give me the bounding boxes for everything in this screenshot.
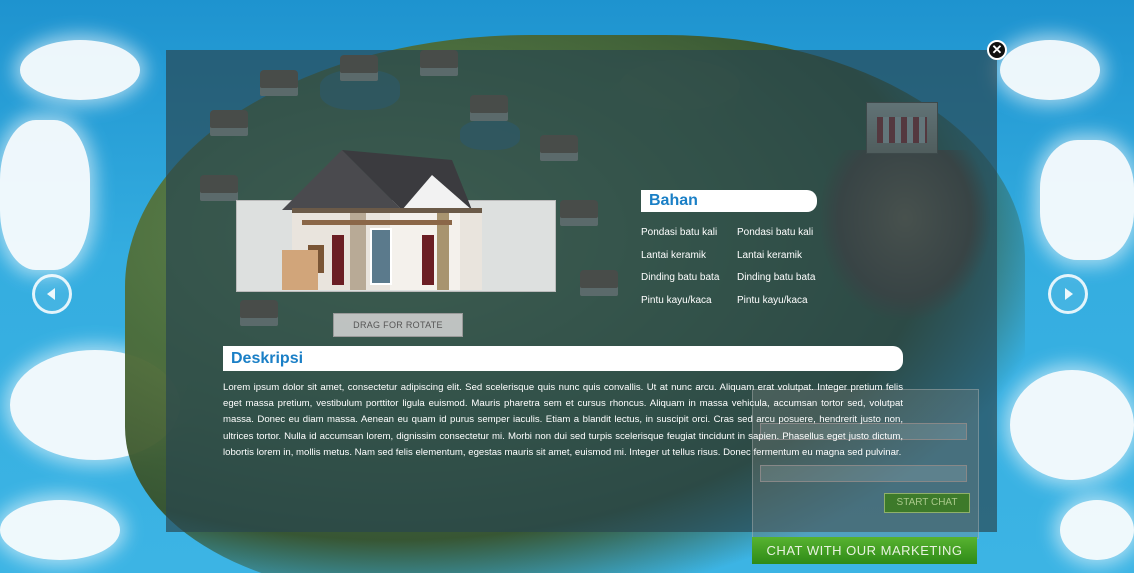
bahan-list-left: Pondasi batu kali Lantai keramik Dinding… [641, 222, 719, 312]
cloud [1060, 500, 1134, 560]
bahan-item: Dinding batu bata [737, 272, 816, 283]
close-icon[interactable]: ✕ [987, 40, 1007, 60]
bahan-item: Dinding batu bata [641, 272, 720, 283]
house-3d-model[interactable] [272, 150, 492, 290]
bahan-item: Lantai keramik [737, 249, 803, 261]
next-button[interactable] [1048, 274, 1088, 314]
cloud [1010, 370, 1134, 480]
deskripsi-heading: Deskripsi [223, 346, 903, 371]
chevron-right-icon [1065, 288, 1073, 300]
bahan-heading: Bahan [641, 190, 817, 212]
drag-rotate-button[interactable]: DRAG FOR ROTATE [333, 313, 463, 337]
chevron-left-icon [47, 288, 55, 300]
deskripsi-text: Lorem ipsum dolor sit amet, consectetur … [223, 382, 903, 458]
bahan-item: Pintu kayu/kaca [737, 294, 808, 306]
bahan-item: Lantai keramik [641, 249, 707, 261]
bahan-item: Pondasi batu kali [737, 227, 814, 238]
chat-email-field[interactable] [760, 465, 967, 482]
cloud [0, 500, 120, 560]
bahan-item: Pintu kayu/kaca [641, 294, 712, 306]
start-chat-button[interactable]: START CHAT [884, 493, 970, 513]
bahan-list-right: Pondasi batu kali Lantai keramik Dinding… [737, 222, 815, 312]
cloud [1040, 140, 1134, 260]
bahan-item: Pondasi batu kali [641, 227, 718, 238]
cloud [1000, 40, 1100, 100]
cloud [0, 120, 90, 270]
cloud [20, 40, 140, 100]
prev-button[interactable] [32, 274, 72, 314]
chat-with-marketing-button[interactable]: CHAT WITH OUR MARKETING [752, 537, 977, 564]
